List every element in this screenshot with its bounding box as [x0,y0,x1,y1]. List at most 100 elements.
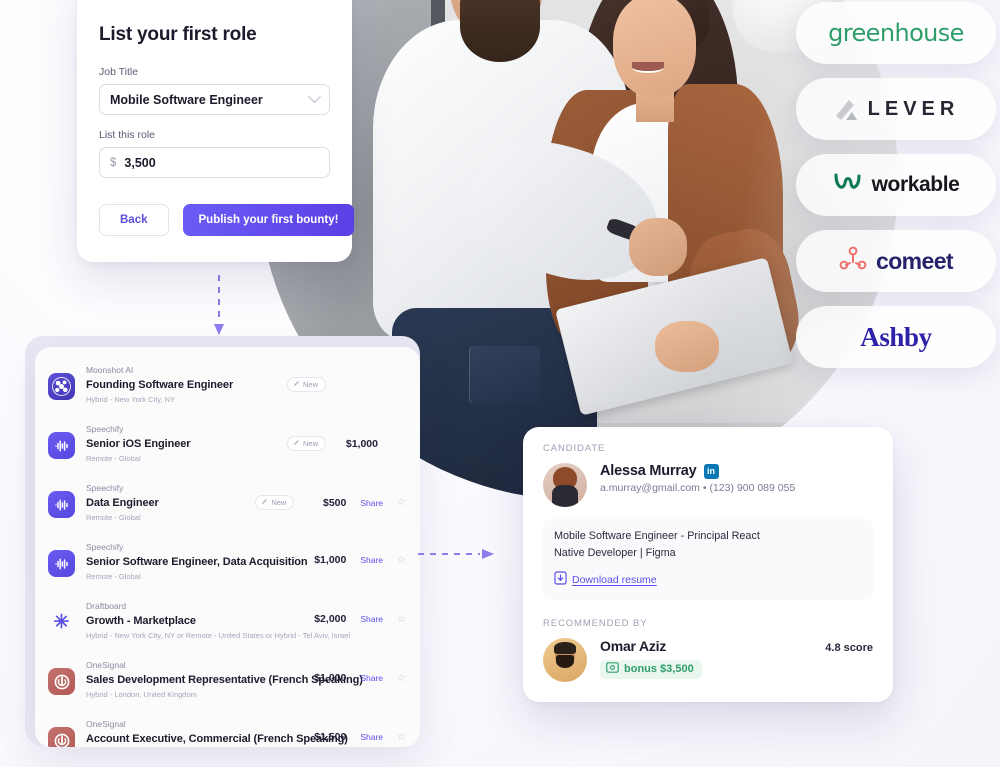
comeet-logo-icon [839,246,867,277]
job-row[interactable]: ✳ Draftboard Growth - Marketplace Hybrid - … [35,591,420,650]
share-link[interactable]: Share [360,614,383,624]
avatar-hair [552,466,578,490]
new-badge: New [255,495,295,511]
share-link[interactable]: Share [360,555,383,565]
job-location: Remote - Global [86,571,141,581]
recommender-details: Omar Aziz bonus $3,500 [600,638,702,679]
job-price: $1,500 [314,731,347,744]
money-icon [606,662,619,676]
arrow-down-connector-icon [214,275,224,335]
share-link[interactable]: Share [360,732,383,742]
download-file-icon [554,571,567,590]
man-pocket [469,346,540,404]
job-row[interactable]: Speechify Senior Software Engineer, Data … [35,532,420,591]
pencil-icon [261,498,268,507]
job-location: Hybrid - New York City, NY [86,394,176,404]
candidate-contact: a.murray@gmail.com • (123) 900 089 055 [600,482,873,494]
bookmark-star-icon[interactable]: ☆ [397,614,406,625]
job-price: $1,000 [345,437,378,450]
job-listings-panel[interactable]: Moonshot AI Founding Software Engineer Hyb… [35,347,420,747]
ats-pill-greenhouse[interactable]: greenhouse [796,2,996,64]
job-row[interactable]: Speechify Senior iOS Engineer Remote - Glo… [35,414,420,473]
lever-logo-text: LEVER [867,97,960,120]
woman-head [613,0,697,97]
download-resume-row[interactable]: Download resume [554,571,862,590]
download-resume-link[interactable]: Download resume [572,574,657,586]
bookmark-star-icon[interactable]: ☆ [397,673,406,684]
job-row-actions: $1,000 Share ☆ [308,672,406,684]
candidate-details: Alessa Murray in a.murray@gmail.com • (1… [600,463,873,507]
contact-separator: • [702,482,707,494]
ats-pill-lever[interactable]: LEVER [796,78,996,140]
company-logo-icon: ✳ [53,612,70,634]
chevron-down-icon [308,90,321,104]
share-link[interactable]: Share [360,673,383,683]
currency-symbol: $ [110,156,117,169]
job-company: Draftboard [86,601,127,612]
recommender-row: Omar Aziz bonus $3,500 4.8 score [543,637,873,682]
new-badge-label: New [302,380,318,389]
candidate-card: CANDIDATE Alessa Murray in a.murray@gmai… [523,427,893,702]
bonus-badge: bonus $3,500 [600,659,702,679]
amount-row: $ 3,500 [110,156,156,170]
job-location: Remote - Global [86,453,141,463]
job-company: OneSignal [86,660,126,671]
job-row-actions: $1,500 Share ☆ [308,731,406,743]
ats-pill-comeet[interactable]: comeet [796,230,996,292]
candidate-avatar [543,463,587,507]
job-location: Remote - Global [86,512,141,522]
candidate-section-label: CANDIDATE [543,443,606,454]
form-title: List your first role [99,24,257,45]
job-company: Moonshot AI [86,365,134,375]
job-row-actions: New $1,000 [286,436,406,452]
ats-pill-workable[interactable]: workable [796,154,996,216]
workable-logo-icon [833,172,863,199]
bookmark-star-icon[interactable]: ☆ [397,555,406,566]
recommended-by-label: RECOMMENDED BY [543,617,648,629]
greenhouse-logo-text: greenhouse [828,19,964,47]
pencil-icon [293,439,300,448]
job-title-select[interactable]: Mobile Software Engineer [99,84,330,115]
lever-logo-icon [833,96,859,122]
new-badge: New [286,436,326,452]
list-first-role-card: List your first role Job Title Mobile So… [77,0,355,262]
bonus-amount: bonus $3,500 [624,662,694,675]
company-logo-icon [48,491,75,519]
company-logo-icon [48,727,75,747]
company-logo-icon [48,550,75,578]
candidate-header: Alessa Murray in a.murray@gmail.com • (1… [543,463,873,507]
job-row[interactable]: Speechify Data Engineer Remote - Global New… [35,473,420,532]
recommender-avatar [543,637,587,682]
candidate-name-row: Alessa Murray in [600,463,873,479]
avatar-beard [556,654,574,668]
bookmark-star-icon[interactable]: ☆ [397,497,406,508]
bounty-amount-input[interactable]: $ 3,500 [99,147,330,178]
ats-integrations-stack: greenhouse LEVER workable comeet Ashby [796,2,996,368]
candidate-role-line-1: Mobile Software Engineer - Principal Rea… [554,530,760,542]
candidate-phone: (123) 900 089 055 [709,482,796,494]
job-row[interactable]: Moonshot AI Founding Software Engineer Hyb… [35,355,420,414]
amount-value: 3,500 [124,155,156,170]
new-badge-label: New [302,439,318,449]
share-link[interactable]: Share [360,498,383,508]
pencil-icon [293,380,300,389]
linkedin-icon[interactable]: in [703,463,719,479]
list-role-label: List this role [99,129,156,141]
form-actions: Back Publish your first bounty! [99,204,355,236]
back-button[interactable]: Back [99,204,169,236]
candidate-name: Alessa Murray [600,463,697,479]
new-badge-label: New [271,498,287,508]
job-title-value: Mobile Software Engineer [110,92,263,107]
ats-pill-ashby[interactable]: Ashby [796,306,996,368]
job-title-label: Job Title [99,66,139,78]
candidate-role-line-2: Native Developer | Figma [554,547,676,560]
job-row[interactable]: OneSignal Account Executive, Commercial (… [35,709,420,747]
job-price: $1,000 [314,672,347,685]
job-location: Hybrid - London, United Kingdom [86,690,197,700]
bookmark-star-icon[interactable]: ☆ [397,732,406,743]
job-company: Speechify [86,483,124,494]
woman-hand [654,320,719,372]
publish-bounty-button[interactable]: Publish your first bounty! [182,204,355,236]
job-row[interactable]: OneSignal Sales Development Representativ… [35,650,420,709]
man-hand [629,218,687,276]
